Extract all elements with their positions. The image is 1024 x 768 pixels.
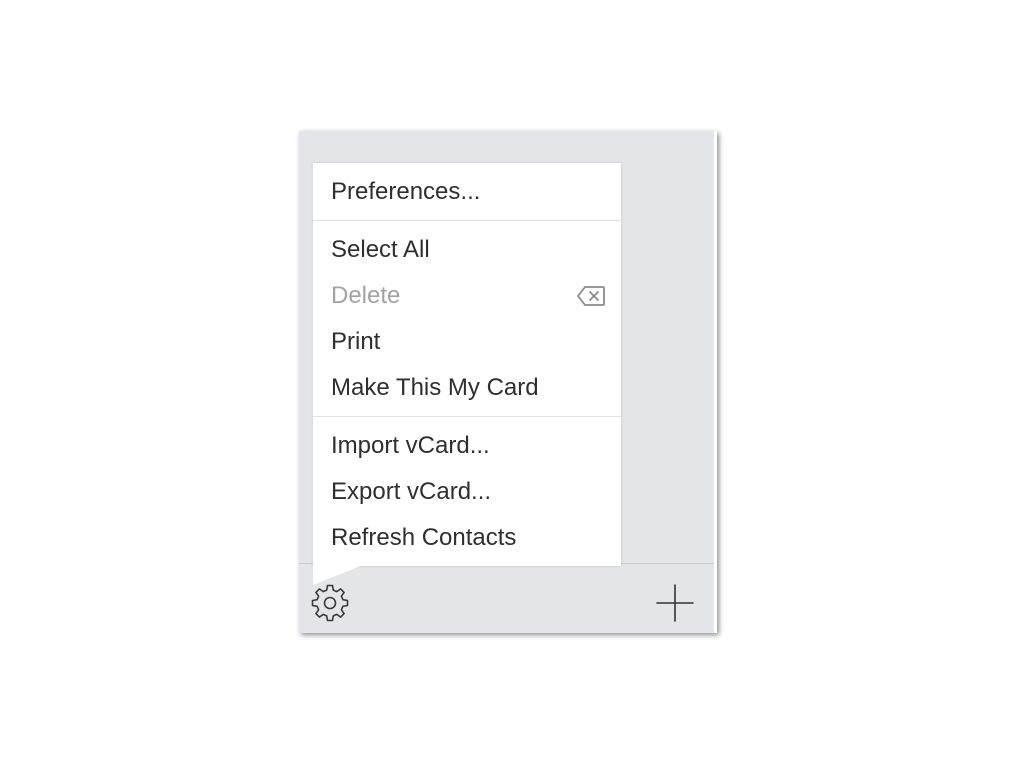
menu-item-make-this-my-card[interactable]: Make This My Card — [313, 365, 621, 411]
menu-item-delete: Delete — [313, 273, 621, 319]
menu-item-label: Delete — [331, 282, 401, 309]
menu-separator — [313, 416, 621, 417]
menu-item-select-all[interactable]: Select All — [313, 227, 621, 273]
settings-menu: Preferences... Select All Delete Print M… — [313, 163, 621, 566]
menu-separator — [313, 220, 621, 221]
menu-item-preferences[interactable]: Preferences... — [313, 169, 621, 215]
menu-item-label: Select All — [331, 236, 430, 263]
menu-item-label: Import vCard... — [331, 432, 490, 459]
menu-item-refresh-contacts[interactable]: Refresh Contacts — [313, 515, 621, 561]
menu-item-label: Preferences... — [331, 178, 481, 205]
menu-item-label: Export vCard... — [331, 478, 492, 505]
menu-item-label: Print — [331, 328, 381, 355]
menu-item-label: Refresh Contacts — [331, 524, 517, 551]
delete-backward-icon — [577, 286, 605, 306]
menu-item-label: Make This My Card — [331, 374, 539, 401]
gear-icon[interactable] — [310, 582, 350, 622]
menu-item-print[interactable]: Print — [313, 319, 621, 365]
menu-item-export-vcard[interactable]: Export vCard... — [313, 469, 621, 515]
panel-edge — [714, 131, 717, 633]
plus-icon[interactable] — [656, 584, 694, 622]
menu-item-import-vcard[interactable]: Import vCard... — [313, 423, 621, 469]
